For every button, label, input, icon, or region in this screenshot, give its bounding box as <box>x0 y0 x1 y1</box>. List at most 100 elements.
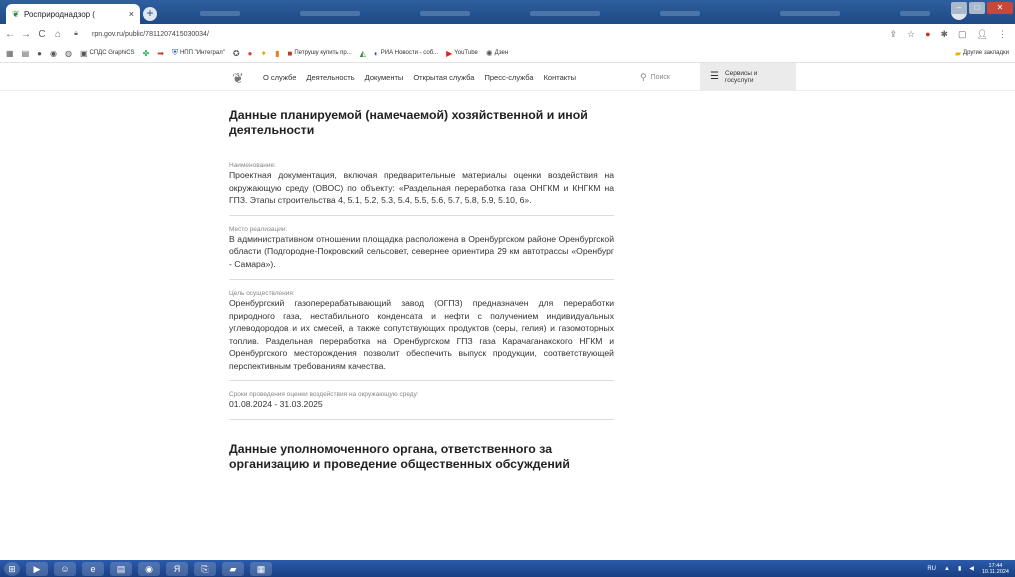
field-value: 01.08.2024 - 31.03.2025 <box>229 399 323 409</box>
bookmark-item[interactable]: ◭ <box>360 49 366 58</box>
file-icon: ▣ <box>79 48 88 58</box>
ai-icon: ◍ <box>64 48 72 58</box>
maximize-icon[interactable]: □ <box>969 2 985 14</box>
leaf-icon: ◭ <box>359 48 366 58</box>
folder-icon[interactable]: ▰ <box>222 561 244 576</box>
bookmark-item[interactable]: ✺ Дзен <box>486 49 508 58</box>
titlebar-decoration <box>420 11 470 16</box>
browser-tab[interactable]: ❦ Росприроднадзор ( × <box>6 4 140 24</box>
home-icon[interactable]: ⌂ <box>52 29 64 40</box>
new-tab-button[interactable]: + <box>143 7 157 21</box>
pdf-icon[interactable]: ⎘ <box>194 561 216 576</box>
bookmark-item[interactable]: ✪ <box>233 49 240 58</box>
language-indicator[interactable]: RU <box>927 566 936 572</box>
nav-item[interactable]: Контакты <box>544 73 576 82</box>
lock-icon: 🔒︎ <box>74 30 78 37</box>
bookmark-label: YouTube <box>454 50 478 56</box>
back-icon[interactable]: ← <box>4 29 16 40</box>
puzzle-icon[interactable]: ✱ <box>941 29 949 40</box>
main-content: Данные планируемой (намечаемой) хозяйств… <box>229 108 614 472</box>
bookmark-item[interactable]: ▦ <box>6 49 14 58</box>
bookmark-item[interactable]: ▮ <box>275 49 279 58</box>
sidepanel-icon[interactable]: ▢ <box>958 29 967 40</box>
search-button[interactable]: ⚲ Поиск <box>640 71 700 83</box>
badge-icon: ✪ <box>232 48 240 58</box>
bookmark-item[interactable]: ● <box>248 49 253 58</box>
news-icon: ◐ <box>373 48 379 58</box>
bookmark-item[interactable]: ◉ <box>50 49 57 58</box>
nav-item[interactable]: Документы <box>365 73 404 82</box>
divider <box>229 214 614 216</box>
emblem-logo[interactable]: ❦ <box>229 69 247 87</box>
field-value: Проектная документация, включая предвари… <box>229 170 614 205</box>
tray-arrow-icon[interactable]: ▲ <box>944 566 950 572</box>
network-icon[interactable]: ▮ <box>958 565 961 572</box>
star-icon[interactable]: ☆ <box>907 29 915 40</box>
system-tray: RU ▲ ▮ ◀ 17:44 10.11.2024 <box>927 563 1009 575</box>
services-button[interactable]: ☰ Сервисы и госуслуги <box>700 63 796 90</box>
bookmark-item[interactable]: ◍ <box>65 49 72 58</box>
youtube-icon: ▶ <box>446 48 453 58</box>
ie-icon[interactable]: e <box>82 561 104 576</box>
clock[interactable]: 17:44 10.11.2024 <box>982 563 1009 575</box>
chrome-icon[interactable]: ◉ <box>138 561 160 576</box>
media-player-icon[interactable]: ▶ <box>26 561 48 576</box>
bookmark-item[interactable]: ⛨ НПП "Интеграл" <box>172 48 225 58</box>
share-icon[interactable]: ⇪ <box>889 29 897 40</box>
dzen-icon: ✺ <box>485 48 493 58</box>
nav-item[interactable]: Пресс-служба <box>484 73 533 82</box>
document-icon[interactable]: ▦ <box>250 561 272 576</box>
bookmark-item[interactable]: ● <box>37 49 42 58</box>
bookmark-item[interactable]: ✦ <box>260 49 267 58</box>
volume-icon[interactable]: ◀ <box>969 565 974 572</box>
store-icon: ■ <box>287 48 293 58</box>
colorful-icon: ✤ <box>142 48 150 58</box>
services-label-line2: госуслуги <box>724 76 754 84</box>
field-dates: Сроки проведения оценки воздействия на о… <box>229 391 614 411</box>
extension-icon[interactable]: ● <box>925 29 930 40</box>
window-controls: – □ ✕ <box>951 2 1013 14</box>
tab-title: Росприроднадзор ( <box>24 9 95 19</box>
forward-icon[interactable]: → <box>20 29 32 40</box>
bookmark-item[interactable]: ➡ <box>157 49 164 58</box>
bookmark-item[interactable]: ◐ РИА Новости - соб... <box>374 49 438 58</box>
orange-icon: ▮ <box>275 48 280 58</box>
files-icon[interactable]: ▤ <box>110 561 132 576</box>
bookmark-item[interactable]: ■ Петрушу купить пр... <box>288 49 352 58</box>
bookmark-label: НПП "Интеграл" <box>179 50 225 56</box>
titlebar-decoration <box>530 11 600 16</box>
tab-close-icon[interactable]: × <box>129 9 134 19</box>
divider <box>229 418 614 420</box>
bookmark-item[interactable]: ▶ YouTube <box>446 49 478 58</box>
services-label-line1: Сервисы и <box>724 69 758 77</box>
nav-item[interactable]: Деятельность <box>306 73 354 82</box>
bookmark-item[interactable]: ✤ <box>143 49 150 58</box>
titlebar-decoration <box>200 11 240 16</box>
yellow-icon: ✦ <box>260 48 268 58</box>
rpn-favicon-icon: ❦ <box>12 9 20 19</box>
bookmark-item[interactable]: ▤ <box>22 49 30 58</box>
browser-titlebar: ❦ Росприроднадзор ( × + ⌄ – □ ✕ <box>0 0 1015 24</box>
menu-icon[interactable]: ⋮ <box>998 29 1007 40</box>
other-bookmarks[interactable]: ▰ Другие закладки <box>955 49 1009 58</box>
search-label: Поиск <box>650 73 670 81</box>
url-field[interactable]: rpn.gov.ru/public/7811207415030034/ <box>92 31 209 38</box>
profile-avatar-icon[interactable]: 👤︎ <box>977 29 988 40</box>
reload-icon[interactable]: C <box>36 29 48 40</box>
minimize-icon[interactable]: – <box>951 2 967 14</box>
user-folder-icon[interactable]: ☺ <box>54 561 76 576</box>
other-bookmarks-label: Другие закладки <box>963 50 1009 56</box>
bookmark-item[interactable]: ▣ СПДС GraphiCS <box>80 49 135 58</box>
folder-icon: ▰ <box>954 48 962 58</box>
services-label: Сервисы и госуслуги <box>725 70 757 84</box>
bookmarks-bar: ▦ ▤ ● ◉ ◍ ▣ СПДС GraphiCS ✤ ➡ ⛨ НПП "Интеграл" ✪ ● ✦ ▮… <box>0 44 1015 63</box>
titlebar-decoration <box>300 11 360 16</box>
red-icon: ● <box>247 48 253 58</box>
nav-item[interactable]: О службе <box>263 73 296 82</box>
start-icon[interactable]: ⊞ <box>4 561 20 576</box>
yandex-icon[interactable]: Я <box>166 561 188 576</box>
section-heading: Данные планируемой (намечаемой) хозяйств… <box>229 108 588 137</box>
field-purpose: Цель осуществления: Оренбургский газопер… <box>229 290 614 372</box>
nav-item[interactable]: Открытая служба <box>413 73 474 82</box>
close-window-icon[interactable]: ✕ <box>987 2 1013 14</box>
